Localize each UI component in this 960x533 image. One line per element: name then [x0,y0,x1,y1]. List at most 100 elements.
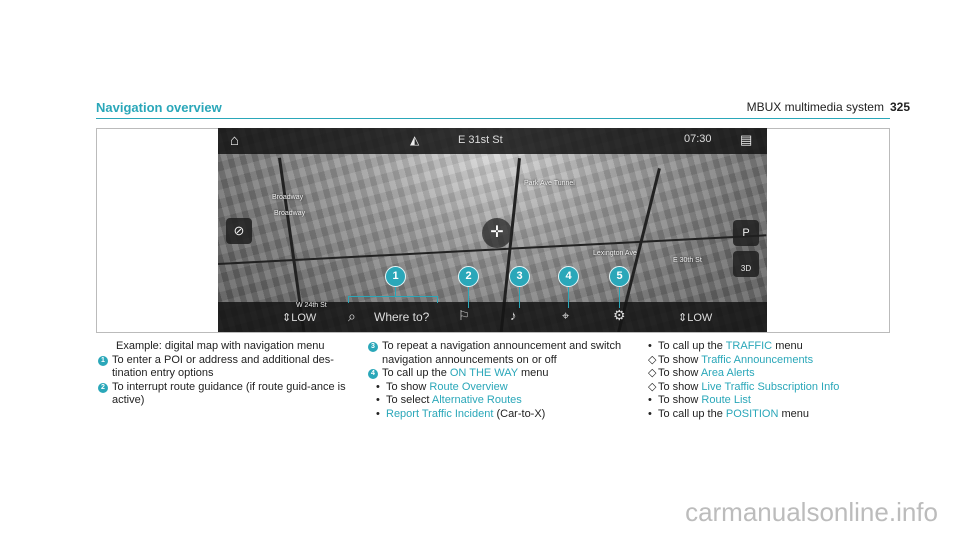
callout-5: 5 [609,266,630,287]
street-label: Broadway [274,210,306,217]
left-level-indicator: ⇕LOW [282,312,317,324]
where-to-label: Where to? [374,310,430,324]
right-level-indicator: ⇕LOW [678,312,713,324]
menu-link[interactable]: Traffic Announcements [701,354,813,366]
bullet-mark: ◇ [648,367,657,379]
messages-icon[interactable]: ▤ [740,132,752,148]
sub-item: ◇ To show Live Traffic Subscription Info [640,381,890,395]
list-item: 3 To repeat a navigation announcement an… [368,340,622,367]
menu-link[interactable]: Route List [701,394,751,406]
sub-pre: To show [386,380,430,393]
watermark: carmanualsonline.info [685,497,938,527]
bullet-mark: • [376,380,380,393]
sub-pre: To show [658,380,702,393]
sub-item: • Report Traffic Incident (Car-to-X) [368,408,622,422]
right-level-label: LOW [687,312,713,324]
street-label: Park Ave Tunnel [524,180,575,187]
sub-pre: To call up the [658,407,726,420]
on-the-way-icon[interactable]: ⌖ [562,308,569,324]
street-label: Lexington Ave [593,250,637,257]
column-1: Example: digital map with navigation men… [98,340,354,408]
view-3d-label: 3D [740,264,752,273]
item-text: To interrupt route guidance (if route gu… [112,380,346,407]
announcement-icon[interactable]: ♪ [510,308,517,323]
section-rule [96,118,890,119]
menu-link[interactable]: Area Alerts [701,367,755,379]
callout-1: 1 [385,266,406,287]
sub-post: menu [778,407,810,420]
current-street: E 31st St [458,134,503,146]
where-to-button[interactable]: ⌕ Where to? [340,302,444,332]
figure-caption: Example: digital map with navigation men… [116,340,325,352]
sub-post: (Car-to-X) [493,407,546,420]
sub-pre: To call up the [658,340,726,352]
bullet-mark: ◇ [648,353,657,366]
item-text-post: menu [517,367,549,379]
settings-icon[interactable]: ⚙ [613,307,626,324]
item-number: 3 [368,342,378,352]
bullet-mark: • [648,407,652,420]
sub-pre: To show [658,353,702,366]
sub-item: ◇ To show Traffic Announcements [640,354,890,368]
bullet-mark: • [376,394,380,406]
parking-button[interactable]: P [733,220,759,246]
compass-mode-icon[interactable]: ◭ [410,133,419,147]
street-label: E 30th St [673,257,702,264]
left-level-label: LOW [291,312,317,324]
column-3: • To call up the TRAFFIC menu ◇ To show … [640,340,890,421]
item-text: To repeat a navigation announcement and … [382,340,622,366]
callout-lead [619,284,620,308]
bullet-mark: ◇ [648,380,657,393]
item-number: 2 [98,382,108,393]
list-item: 1 To enter a POI or address and addition… [98,354,354,381]
view-3d-button[interactable]: 3D [733,251,759,277]
item-number: 4 [368,369,378,379]
callout-3: 3 [509,266,530,287]
sub-pre: To show [658,394,702,406]
vehicle-position-icon: ✛ [482,218,512,248]
list-item: 4 To call up the ON THE WAY menu [368,367,622,381]
menu-link[interactable]: Report Traffic Incident [386,408,493,420]
menu-link[interactable]: TRAFFIC [726,340,772,352]
menu-link[interactable]: Live Traffic Subscription Info [701,381,839,393]
sub-item: • To show Route List [640,394,890,408]
section-title: Navigation overview [96,100,222,115]
bullet-mark: • [648,394,652,406]
menu-link[interactable]: Alternative Routes [432,394,522,406]
clock: 07:30 [684,133,712,145]
search-bracket [348,296,438,303]
nav-screen: ⌂ ◭ E 31st St 07:30 ▤ Broadway Broadway … [218,128,767,332]
sub-post: menu [772,340,803,352]
item-text-pre: To call up the [382,367,450,379]
menu-link[interactable]: ON THE WAY [450,367,518,379]
header-section: MBUX multimedia system [746,100,884,114]
sub-item: • To call up the POSITION menu [640,408,890,422]
sub-item: ◇ To show Area Alerts [640,367,890,381]
compass-button[interactable]: ⊘ [226,218,252,244]
column-2: 3 To repeat a navigation announcement an… [368,340,622,421]
sub-item: • To show Route Overview [368,381,622,395]
callout-lead [568,284,569,308]
menu-link[interactable]: POSITION [726,408,779,420]
top-bar: ⌂ ◭ E 31st St 07:30 ▤ [218,128,767,154]
item-number: 1 [98,355,108,366]
page-number: 325 [889,100,910,114]
home-icon[interactable]: ⌂ [230,132,239,149]
bottom-bar: ⇕LOW W 24th St ⌕ Where to? ⚐ ♪ ⌖ ⚙ ⇕LOW [218,302,767,332]
cancel-route-icon[interactable]: ⚐ [458,308,470,324]
callout-lead [468,284,469,308]
sub-pre: To show [658,367,701,379]
callout-2: 2 [458,266,479,287]
callout-4: 4 [558,266,579,287]
street-label: W 24th St [296,302,327,309]
search-icon: ⌕ [348,308,356,324]
callout-lead [519,284,520,308]
menu-link[interactable]: Route Overview [429,381,507,393]
list-item: 2 To interrupt route guidance (if route … [98,381,354,408]
sub-item: • To select Alternative Routes [368,394,622,408]
sub-pre: To select [386,394,432,406]
street-label: Broadway [272,194,304,201]
bullet-mark: • [376,407,380,420]
bullet-mark: • [648,340,652,352]
page-header: MBUX multimedia system 325 [747,100,910,114]
